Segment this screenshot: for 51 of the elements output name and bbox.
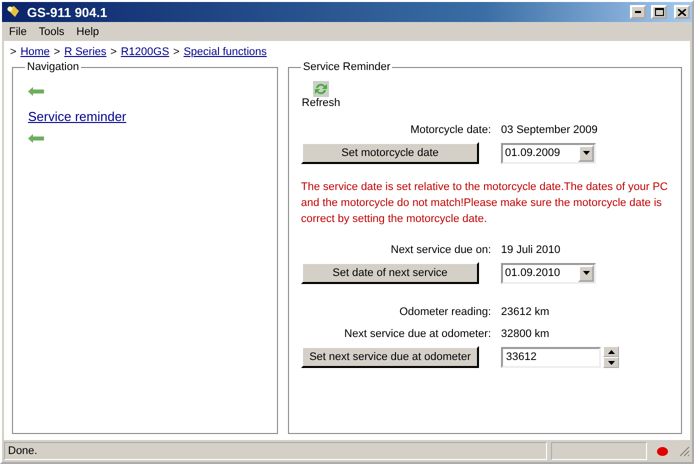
resize-grip-icon bbox=[678, 445, 690, 457]
breadcrumb-link[interactable]: Home bbox=[20, 46, 50, 58]
breadcrumb-link[interactable]: R Series bbox=[64, 46, 106, 58]
dropdown-button[interactable] bbox=[578, 144, 594, 162]
menu-item[interactable]: File bbox=[4, 26, 32, 38]
menu-item[interactable]: Help bbox=[71, 26, 104, 38]
warning-message: The service date is set relative to the motorcycle date.The dates of your PC and the motorcycle do not match!Please make sure the motorcycle date is correct by setting the motorcycle date. bbox=[301, 180, 669, 227]
back-arrow-icon[interactable] bbox=[28, 87, 44, 96]
maximize-icon bbox=[654, 8, 664, 16]
field-label: Odometer reading: bbox=[398, 306, 492, 318]
spin-up-button[interactable] bbox=[603, 346, 620, 357]
field-label: Next service due on: bbox=[390, 244, 492, 256]
panel-title: Navigation bbox=[26, 61, 80, 73]
down-arrow-icon bbox=[582, 271, 590, 275]
status-text: Done. bbox=[4, 442, 547, 460]
field-value: 23612 km bbox=[501, 306, 550, 318]
down-arrow-icon bbox=[582, 151, 590, 155]
date-dropdown[interactable]: 01.09.2009 bbox=[501, 142, 596, 164]
breadcrumb-separator: > bbox=[173, 46, 180, 58]
breadcrumb-separator: > bbox=[54, 46, 60, 58]
breadcrumb-separator: > bbox=[110, 46, 117, 58]
date-dropdown[interactable]: 01.09.2010 bbox=[501, 262, 596, 284]
minimize-button[interactable] bbox=[630, 5, 646, 19]
menu-item[interactable]: Tools bbox=[34, 26, 70, 38]
field-label: Next service due at odometer: bbox=[343, 328, 492, 340]
field-value: 03 September 2009 bbox=[501, 124, 599, 136]
panel-title: Service Reminder bbox=[302, 61, 392, 73]
maximize-button[interactable] bbox=[651, 5, 667, 19]
down-arrow-icon bbox=[608, 360, 615, 364]
back-arrow-icon[interactable] bbox=[28, 134, 44, 143]
spin-down-button[interactable] bbox=[603, 357, 620, 368]
navigation-link[interactable]: Service reminder bbox=[28, 109, 126, 124]
up-arrow-icon bbox=[608, 350, 615, 354]
close-button[interactable] bbox=[674, 5, 690, 19]
set-button[interactable]: Set date of next service bbox=[301, 262, 480, 284]
field-value: 19 Juli 2010 bbox=[501, 244, 562, 256]
app-icon bbox=[6, 5, 22, 19]
refresh-icon bbox=[313, 81, 330, 97]
close-icon bbox=[678, 8, 686, 16]
breadcrumb-link[interactable]: R1200GS bbox=[120, 46, 170, 58]
window-title: GS-911 904.1 bbox=[27, 4, 108, 20]
set-button[interactable]: Set next service due at odometer bbox=[301, 346, 480, 368]
odometer-field[interactable]: 33612 bbox=[501, 346, 602, 368]
field-value: 32800 km bbox=[501, 328, 550, 340]
field-label: Motorcycle date: bbox=[409, 124, 492, 136]
breadcrumb-link[interactable]: Special functions bbox=[184, 46, 267, 58]
minimize-icon bbox=[635, 11, 641, 13]
refresh-button[interactable]: Refresh bbox=[301, 81, 342, 109]
dropdown-button[interactable] bbox=[578, 264, 594, 282]
breadcrumb-separator: > bbox=[10, 46, 16, 58]
set-button[interactable]: Set motorcycle date bbox=[301, 142, 480, 164]
